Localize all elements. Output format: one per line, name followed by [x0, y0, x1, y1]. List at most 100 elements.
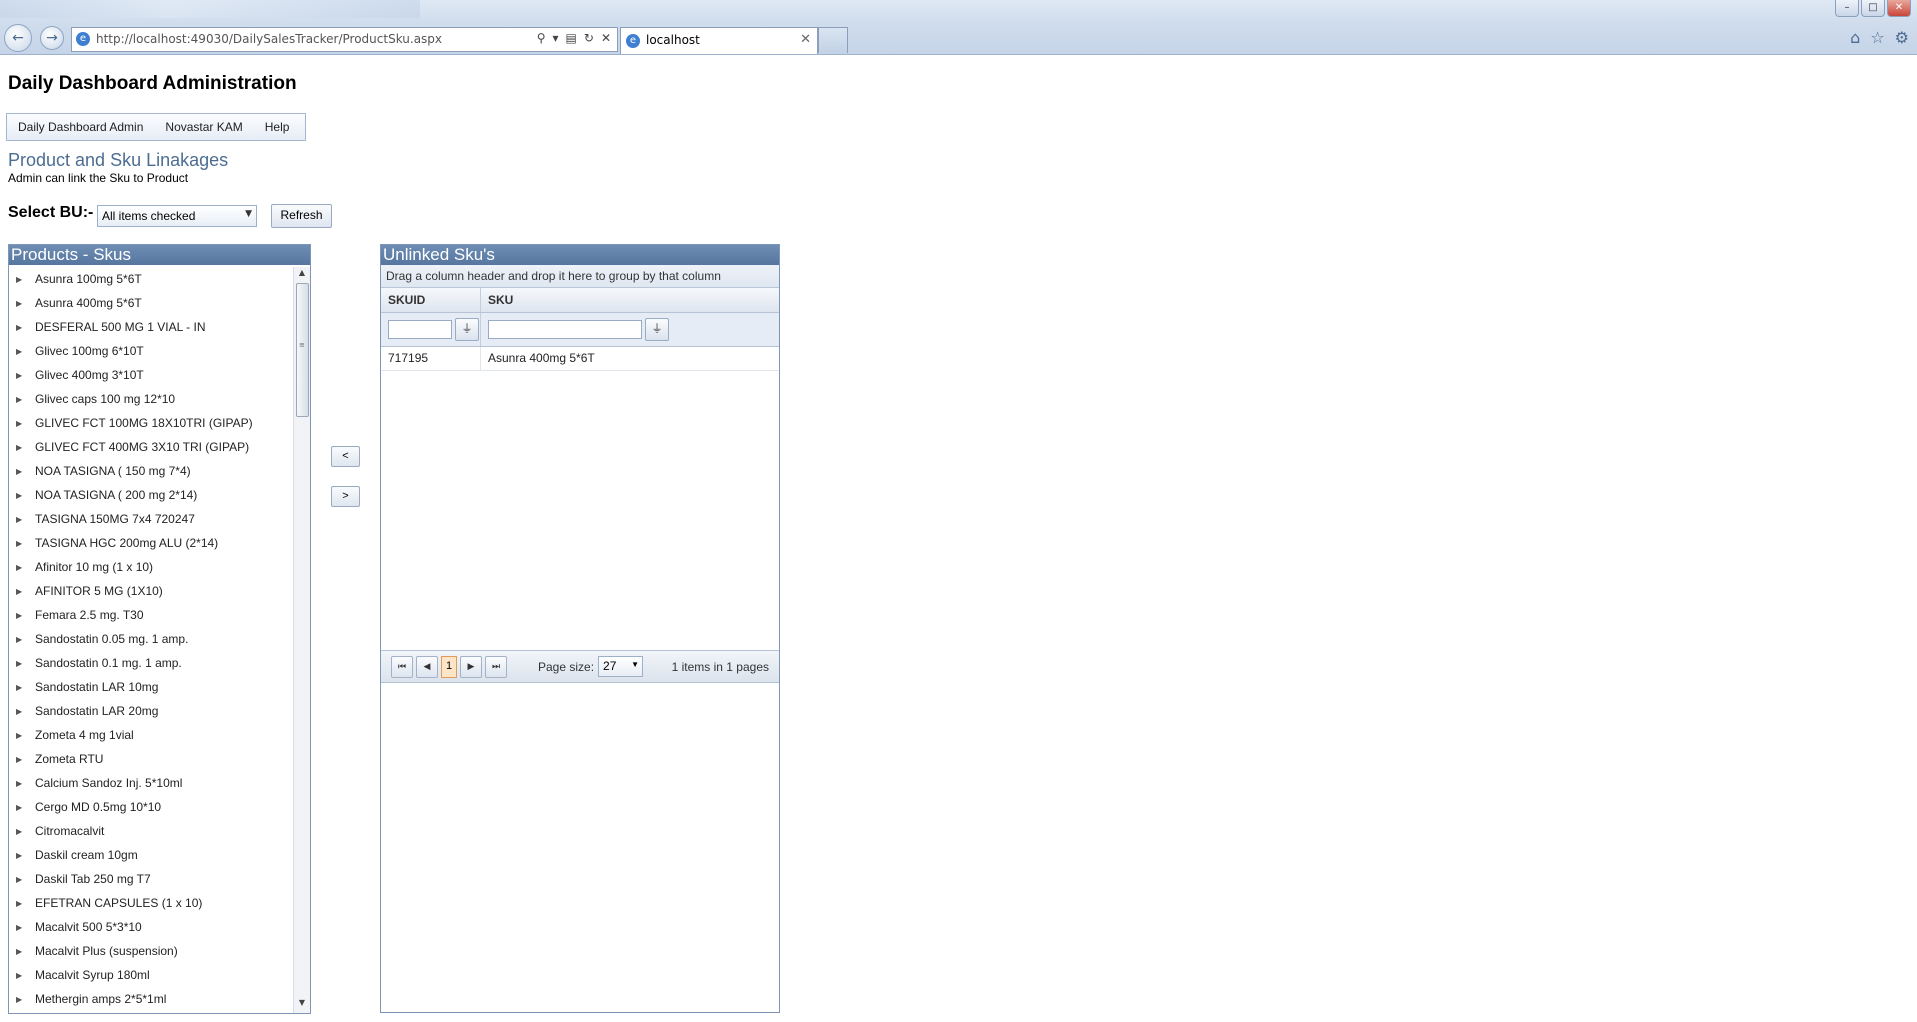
column-header-sku[interactable]: SKU: [481, 288, 779, 312]
expand-arrow-icon[interactable]: ▶: [9, 419, 35, 428]
products-scrollbar[interactable]: ▲ ≡ ▼: [293, 267, 310, 1013]
tree-item[interactable]: ▶ Citromacalvit: [9, 819, 293, 843]
expand-arrow-icon[interactable]: ▶: [9, 371, 35, 380]
page-size-combo[interactable]: 27 ▼: [598, 656, 644, 677]
tree-item[interactable]: ▶ Asunra 100mg 5*6T: [9, 267, 293, 291]
tree-item[interactable]: ▶ Sandostatin LAR 20mg: [9, 699, 293, 723]
previous-page-icon[interactable]: ◀: [416, 655, 438, 678]
sku-filter-input[interactable]: [488, 320, 642, 339]
tools-gear-icon[interactable]: ⚙: [1895, 28, 1909, 47]
filter-icon[interactable]: ⏚: [645, 318, 669, 341]
menu-item-novastar-kam[interactable]: Novastar KAM: [154, 120, 253, 134]
tab-close-icon[interactable]: ✕: [800, 32, 811, 47]
expand-arrow-icon[interactable]: ▶: [9, 995, 35, 1004]
tree-item[interactable]: ▶ Asunra 400mg 5*6T: [9, 291, 293, 315]
tree-item[interactable]: ▶ Sandostatin 0.1 mg. 1 amp.: [9, 651, 293, 675]
tree-item[interactable]: ▶ NOA TASIGNA ( 200 mg 2*14): [9, 483, 293, 507]
chevron-down-icon[interactable]: ▼: [245, 209, 252, 219]
expand-arrow-icon[interactable]: ▶: [9, 971, 35, 980]
tree-item[interactable]: ▶ Glivec 100mg 6*10T: [9, 339, 293, 363]
expand-arrow-icon[interactable]: ▶: [9, 731, 35, 740]
expand-arrow-icon[interactable]: ▶: [9, 635, 35, 644]
tree-item[interactable]: ▶ Afinitor 10 mg (1 x 10): [9, 555, 293, 579]
stop-icon[interactable]: ✕: [601, 31, 611, 45]
expand-arrow-icon[interactable]: ▶: [9, 707, 35, 716]
bu-combo[interactable]: All items checked ▼: [97, 205, 257, 227]
table-row[interactable]: 717195 Asunra 400mg 5*6T: [381, 347, 779, 371]
forward-button[interactable]: →: [40, 26, 64, 50]
tree-item[interactable]: ▶ Macalvit Plus (suspension): [9, 939, 293, 963]
menu-item-help[interactable]: Help: [254, 120, 301, 134]
expand-arrow-icon[interactable]: ▶: [9, 611, 35, 620]
compatibility-view-icon[interactable]: ▤: [566, 31, 577, 45]
expand-arrow-icon[interactable]: ▶: [9, 899, 35, 908]
expand-arrow-icon[interactable]: ▶: [9, 467, 35, 476]
expand-arrow-icon[interactable]: ▶: [9, 683, 35, 692]
last-page-icon[interactable]: ⏭: [485, 655, 507, 678]
chevron-down-icon[interactable]: ▼: [631, 660, 639, 669]
minimize-button[interactable]: –: [1835, 0, 1859, 17]
tree-item[interactable]: ▶ GLIVEC FCT 100MG 18X10TRI (GIPAP): [9, 411, 293, 435]
tree-item[interactable]: ▶ EFETRAN CAPSULES (1 x 10): [9, 891, 293, 915]
move-left-button[interactable]: <: [331, 446, 360, 467]
tree-item[interactable]: ▶ Femara 2.5 mg. T30: [9, 603, 293, 627]
expand-arrow-icon[interactable]: ▶: [9, 347, 35, 356]
expand-arrow-icon[interactable]: ▶: [9, 491, 35, 500]
expand-arrow-icon[interactable]: ▶: [9, 779, 35, 788]
address-url[interactable]: http://localhost:49030/DailySalesTracker…: [96, 32, 442, 46]
scroll-down-icon[interactable]: ▼: [294, 998, 310, 1012]
tree-item[interactable]: ▶ Macalvit 500 5*3*10: [9, 915, 293, 939]
tree-item[interactable]: ▶ Zometa 4 mg 1vial: [9, 723, 293, 747]
home-icon[interactable]: ⌂: [1850, 28, 1860, 47]
expand-arrow-icon[interactable]: ▶: [9, 659, 35, 668]
tree-item[interactable]: ▶ Glivec caps 100 mg 12*10: [9, 387, 293, 411]
tree-item[interactable]: ▶ Daskil cream 10gm: [9, 843, 293, 867]
expand-arrow-icon[interactable]: ▶: [9, 947, 35, 956]
tree-item[interactable]: ▶ Calcium Sandoz Inj. 5*10ml: [9, 771, 293, 795]
first-page-icon[interactable]: ⏮: [391, 655, 413, 678]
scroll-up-icon[interactable]: ▲: [294, 268, 310, 282]
tree-item[interactable]: ▶ GLIVEC FCT 400MG 3X10 TRI (GIPAP): [9, 435, 293, 459]
close-window-button[interactable]: ✕: [1887, 0, 1911, 17]
tree-item[interactable]: ▶ TASIGNA 150MG 7x4 720247: [9, 507, 293, 531]
tree-item[interactable]: ▶ Daskil Tab 250 mg T7: [9, 867, 293, 891]
tree-item[interactable]: ▶ Cergo MD 0.5mg 10*10: [9, 795, 293, 819]
next-page-icon[interactable]: ▶: [460, 655, 482, 678]
expand-arrow-icon[interactable]: ▶: [9, 827, 35, 836]
current-page-button[interactable]: 1: [441, 655, 457, 678]
expand-arrow-icon[interactable]: ▶: [9, 923, 35, 932]
skuid-filter-input[interactable]: [388, 320, 452, 339]
expand-arrow-icon[interactable]: ▶: [9, 275, 35, 284]
tree-item[interactable]: ▶ NOA TASIGNA ( 150 mg 7*4): [9, 459, 293, 483]
tree-item[interactable]: ▶ Sandostatin LAR 10mg: [9, 675, 293, 699]
menu-item-daily-dashboard-admin[interactable]: Daily Dashboard Admin: [7, 120, 154, 134]
column-header-skuid[interactable]: SKUID: [381, 288, 481, 312]
tree-item[interactable]: ▶ DESFERAL 500 MG 1 VIAL - IN: [9, 315, 293, 339]
tree-item[interactable]: ▶ AFINITOR 5 MG (1X10): [9, 579, 293, 603]
tree-item[interactable]: ▶ Sandostatin 0.05 mg. 1 amp.: [9, 627, 293, 651]
browser-tab[interactable]: e localhost ✕: [620, 27, 818, 54]
back-button[interactable]: ←: [4, 24, 32, 52]
address-bar[interactable]: e http://localhost:49030/DailySalesTrack…: [71, 27, 618, 52]
expand-arrow-icon[interactable]: ▶: [9, 299, 35, 308]
expand-arrow-icon[interactable]: ▶: [9, 323, 35, 332]
tree-item[interactable]: ▶ Methergin amps 2*5*1ml: [9, 987, 293, 1011]
refresh-icon[interactable]: ↻: [584, 31, 594, 45]
expand-arrow-icon[interactable]: ▶: [9, 803, 35, 812]
scroll-thumb[interactable]: ≡: [296, 283, 309, 417]
expand-arrow-icon[interactable]: ▶: [9, 539, 35, 548]
maximize-button[interactable]: □: [1861, 0, 1885, 17]
new-tab-button[interactable]: [818, 27, 848, 53]
group-by-panel[interactable]: Drag a column header and drop it here to…: [381, 265, 779, 288]
expand-arrow-icon[interactable]: ▶: [9, 875, 35, 884]
tree-item[interactable]: ▶ Macalvit Syrup 180ml: [9, 963, 293, 987]
refresh-button[interactable]: Refresh: [271, 204, 332, 228]
expand-arrow-icon[interactable]: ▶: [9, 395, 35, 404]
expand-arrow-icon[interactable]: ▶: [9, 755, 35, 764]
expand-arrow-icon[interactable]: ▶: [9, 563, 35, 572]
expand-arrow-icon[interactable]: ▶: [9, 443, 35, 452]
tree-item[interactable]: ▶ Glivec 400mg 3*10T: [9, 363, 293, 387]
move-right-button[interactable]: >: [331, 486, 360, 507]
tree-item[interactable]: ▶ TASIGNA HGC 200mg ALU (2*14): [9, 531, 293, 555]
search-icon[interactable]: ⚲: [537, 31, 546, 45]
